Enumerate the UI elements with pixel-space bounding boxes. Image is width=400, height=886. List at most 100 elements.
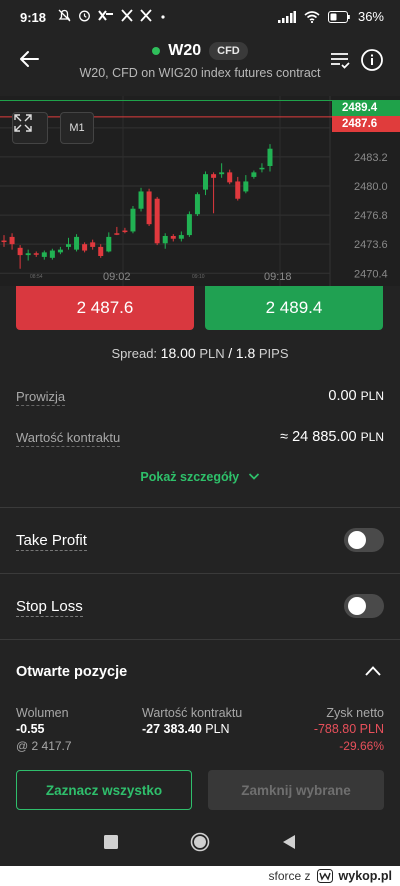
order-list-icon[interactable] [328,48,352,72]
wifi-icon [304,10,320,23]
candle-body [1,240,7,243]
x-tick-label: 09:02 [103,271,131,283]
take-profit-toggle[interactable] [344,528,384,552]
wykop-logo-icon [316,869,333,883]
market-open-indicator [152,47,161,55]
candle-body [162,236,168,244]
instrument-symbol: W20 [168,42,202,59]
back-icon[interactable] [282,834,296,850]
divider [0,573,400,574]
candle-body [194,194,200,215]
watermark-footer: sforce z wykop.pl [0,866,400,886]
close-selected-button[interactable]: Zamknij wybrane [208,770,384,810]
system-icons: 36% [277,9,384,24]
status-time: 9:18 [20,10,47,25]
mute-icon [58,9,71,22]
x-tick-label-minor: 09:10 [192,274,205,280]
position-open-price: @ 2 417.7 [16,739,72,753]
candle-body [122,230,128,233]
app-screen: 9:18 36% W20 CFD W20, CFD on WIG20 index… [0,0,400,866]
candle-body [235,181,241,199]
candle-body [9,236,15,245]
open-positions-title: Otwarte pozycje [16,664,128,680]
candle-body [90,242,96,247]
contract-unit: PLN [360,430,384,444]
sell-price: 2 487.6 [76,298,134,317]
candle-body [57,249,63,253]
spread-value: 18.00 [160,345,196,361]
wykop-logo-text: wykop.pl [338,869,392,883]
candle-body [203,174,209,190]
battery-icon [327,10,350,23]
x-icon [140,9,152,22]
sell-button[interactable]: 2 487.6 [16,286,194,330]
signal-icon [277,10,296,23]
stop-loss-label[interactable]: Stop Loss [16,598,83,617]
contract-value-header: Wartość kontraktu [142,706,243,720]
candle-body [186,214,192,236]
divider [0,507,400,508]
timeframe-button[interactable]: M1 [60,112,94,144]
candle-body [65,244,71,247]
position-profit: -788.80 PLN [313,722,384,736]
select-all-button[interactable]: Zaznacz wszystko [16,770,192,810]
position-contract-value: -27 383.40 PLN [142,722,230,736]
candle-body [227,172,233,183]
info-icon[interactable] [360,48,384,72]
sell-price-tag: 2487.6 [332,116,400,132]
candle-body [74,236,80,250]
notification-icons [58,9,167,22]
candle-body [82,244,88,251]
x-icon [121,9,133,22]
candle-body [130,208,136,232]
x-tick-label-minor: 08:54 [30,274,43,280]
spread-unit: PLN [199,346,225,361]
price-chart[interactable]: 2486.42483.22480.02476.82473.62470.409:0… [0,96,400,286]
stop-loss-toggle[interactable] [344,594,384,618]
candle-body [170,236,176,239]
spread-separator: / [228,345,233,361]
credit-text: sforce z [268,869,311,883]
divider [0,639,400,640]
commission-label[interactable]: Prowizja [16,389,66,406]
candle-body [146,191,152,225]
candle-body [219,172,225,175]
status-bar: 9:18 36% [0,0,400,34]
expand-icon [14,114,32,132]
spread-pips: 1.8 [235,345,256,361]
candle-body [251,172,257,177]
y-tick-label: 2476.8 [354,210,388,222]
spread-pips-unit: PIPS [258,346,289,361]
contract-amount: ≈ 24 885.00 [280,429,357,445]
candle-body [33,253,39,255]
y-tick-label: 2473.6 [354,239,388,251]
show-details-link[interactable]: Pokaż szczegóły [0,470,400,484]
candle-body [17,247,23,256]
battery-level: 36% [357,9,384,24]
buy-button[interactable]: 2 489.4 [205,286,383,330]
recent-apps-icon[interactable] [104,835,118,849]
take-profit-label[interactable]: Take Profit [16,532,87,551]
home-icon[interactable] [190,832,210,852]
spread-label: Spread: [111,346,158,361]
candle-body [138,191,144,209]
spread-info: Spread: 18.00 PLN / 1.8 PIPS [0,345,400,361]
candle-body [98,246,104,256]
dot-icon [161,15,165,19]
net-profit-header: Zysk netto [326,706,384,720]
position-contract-unit: PLN [205,722,230,736]
fullscreen-button[interactable] [12,112,48,144]
candle-body [178,235,184,239]
candle-body [267,148,273,166]
chevron-up-icon[interactable] [364,664,382,678]
alarm-icon [79,10,90,22]
volume-header: Wolumen [16,706,69,720]
system-navigation-bar [0,820,400,866]
y-tick-label: 2470.4 [354,268,388,280]
candle-body [41,252,47,257]
commission-unit: PLN [360,389,384,403]
buy-price: 2 489.4 [265,298,323,317]
commission-value: 0.00 PLN [328,388,384,404]
xtb-icon [98,10,113,21]
contract-value-label[interactable]: Wartość kontraktu [16,430,121,447]
